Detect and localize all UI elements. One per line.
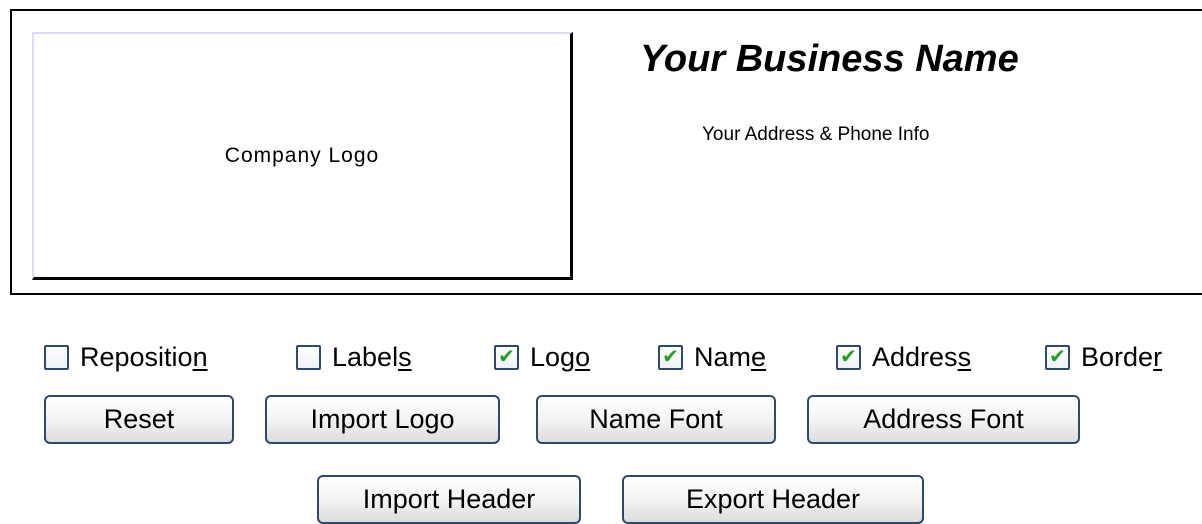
address-label: Address [872,341,972,372]
checkmark-icon: ✔ [662,346,679,368]
company-logo-text: Company Logo [224,143,380,167]
border-label: Border [1081,341,1163,372]
checkmark-icon: ✔ [1049,346,1066,368]
checkmark-icon: ✔ [840,346,857,368]
labels-checkbox[interactable] [296,344,321,370]
address-font-button[interactable]: Address Font [807,395,1080,444]
reposition-checkbox[interactable] [44,344,69,370]
export-header-button[interactable]: Export Header [622,475,924,524]
import-logo-button[interactable]: Import Logo [265,395,500,444]
header-preview: Company Logo [10,9,1202,295]
logo-checkbox[interactable]: ✔ [494,344,519,370]
company-logo-box[interactable]: Company Logo [32,32,573,280]
address-phone-info[interactable]: Your Address & Phone Info [702,124,929,146]
address-checkbox-option[interactable]: ✔ Address [836,342,971,372]
logo-label: Logo [530,341,591,372]
labels-checkbox-option[interactable]: Labels [296,342,412,372]
business-name[interactable]: Your Business Name [640,38,1019,81]
reposition-checkbox-option[interactable]: Reposition [44,342,208,372]
border-checkbox-option[interactable]: ✔ Border [1045,342,1162,372]
border-checkbox[interactable]: ✔ [1045,344,1070,370]
name-checkbox-option[interactable]: ✔ Name [658,342,766,372]
address-checkbox[interactable]: ✔ [836,344,861,370]
reposition-label: Reposition [80,341,208,372]
name-checkbox[interactable]: ✔ [658,344,683,370]
checkmark-icon: ✔ [498,346,515,368]
name-font-button[interactable]: Name Font [536,395,776,444]
reset-button[interactable]: Reset [44,395,234,444]
labels-label: Labels [332,341,412,372]
import-header-button[interactable]: Import Header [317,475,581,524]
logo-checkbox-option[interactable]: ✔ Logo [494,342,590,372]
name-label: Name [694,341,767,372]
